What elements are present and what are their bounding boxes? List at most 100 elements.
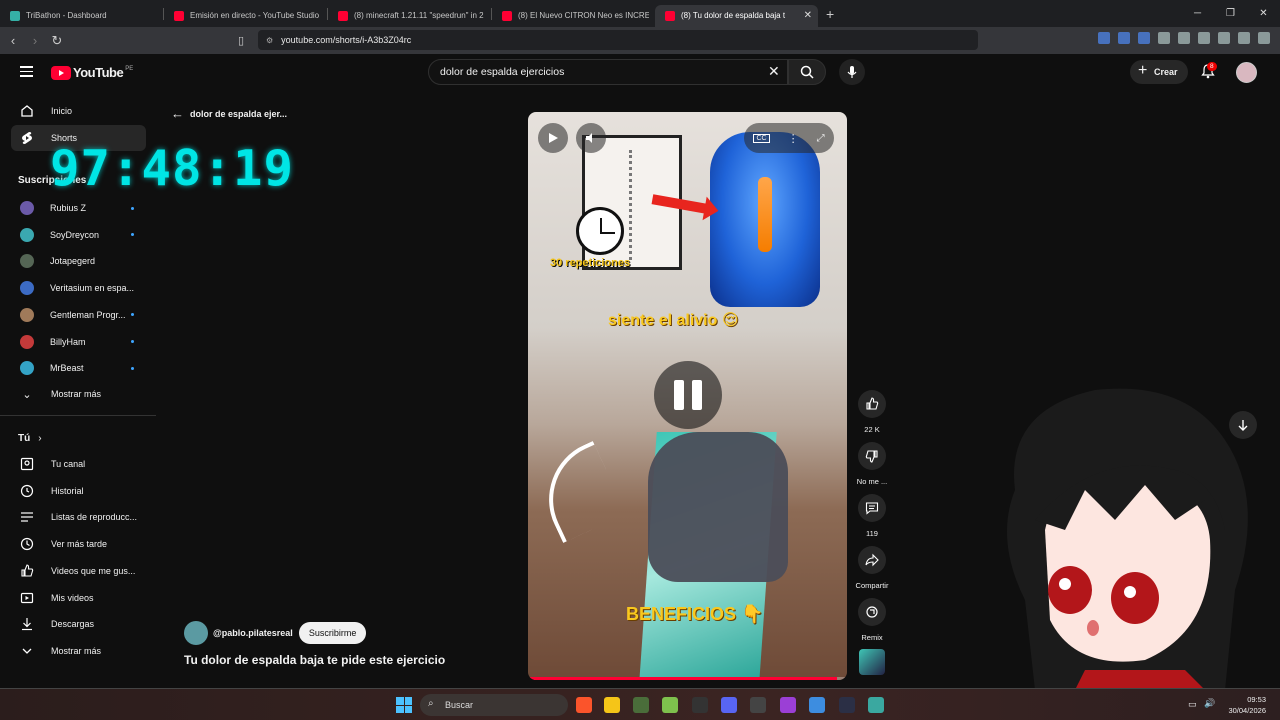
action-label: Remix [861, 633, 883, 642]
dislike-action[interactable]: No me ... [852, 442, 892, 486]
close-window-button[interactable]: ✕ [1247, 0, 1280, 27]
sidebar-item-downloads[interactable]: Descargas [11, 611, 146, 637]
minimize-button[interactable]: ─ [1181, 0, 1214, 27]
subscribe-button[interactable]: Suscribirme [298, 622, 367, 644]
subscription-item[interactable]: MrBeast [11, 355, 146, 381]
captions-icon[interactable]: CC [753, 133, 770, 143]
share-action[interactable]: Compartir [852, 546, 892, 590]
browser-tab[interactable]: TriBathon - Dashboard [0, 5, 163, 27]
short-title: Tu dolor de espalda baja te pide este ej… [184, 653, 446, 667]
bookmark-icon[interactable]: ▯ [230, 34, 252, 47]
taskbar-search[interactable]: Buscar [420, 694, 568, 716]
browser-tab[interactable]: Emisión en directo - YouTube Studio [164, 5, 327, 27]
more-options-icon[interactable]: ⋮ [788, 132, 799, 145]
browser-tab[interactable]: (8) minecraft 1.21.11 "speedrun" in 2 [328, 5, 491, 27]
window-controls: ─ ❐ ✕ [1181, 0, 1280, 27]
subscription-item[interactable]: SoyDreycon [11, 222, 146, 248]
channel-avatar[interactable] [184, 621, 208, 645]
subscription-item[interactable]: BillyHam [11, 329, 146, 355]
subscription-item[interactable]: Veritasium en espa... [11, 275, 146, 301]
action-label: 22 K [864, 425, 880, 434]
channel-handle[interactable]: @pablo.pilatesreal [213, 628, 293, 638]
hamburger-menu-icon[interactable] [20, 66, 33, 80]
subscription-item[interactable]: Rubius Z [11, 195, 146, 221]
sidebar-item-chevron-down[interactable]: Mostrar más [11, 638, 146, 664]
tab-favicon-icon [665, 10, 675, 21]
audio-thumbnail[interactable] [859, 649, 885, 675]
menu-icon[interactable] [1258, 32, 1270, 44]
volume-icon[interactable]: 🔊 [1204, 698, 1215, 709]
address-bar[interactable]: ⚙ youtube.com/shorts/i-A3b3Z04rc [258, 30, 978, 50]
subscription-item[interactable]: Gentleman Progr... [11, 302, 146, 328]
browser-tab[interactable]: (8) Tu dolor de espalda baja t ✕ [655, 4, 818, 27]
tab-title: Emisión en directo - YouTube Studio [190, 11, 320, 20]
country-code: PE [125, 65, 134, 72]
play-button[interactable] [538, 123, 568, 153]
clear-search-icon[interactable]: ✕ [768, 63, 780, 80]
sidebar-item-channel[interactable]: Tu canal [11, 451, 146, 477]
subscription-item[interactable]: Jotapegerd [11, 248, 146, 274]
share-icon [858, 546, 886, 574]
you-heading-label: Tú [18, 433, 31, 444]
channel-avatar [20, 227, 34, 242]
pause-overlay-icon[interactable] [654, 361, 722, 429]
sidebar-item-history[interactable]: Historial [11, 478, 146, 504]
sidebar-item-playlists[interactable]: Listas de reproducc... [11, 504, 146, 530]
forward-icon[interactable]: › [24, 33, 46, 48]
account-avatar[interactable] [1236, 62, 1257, 83]
action-label: Compartir [855, 581, 889, 590]
search-input[interactable]: dolor de espalda ejercicios [428, 59, 788, 85]
extension-icon[interactable] [1098, 32, 1110, 44]
search-button[interactable] [788, 59, 826, 85]
like-action[interactable]: 22 K [852, 390, 892, 434]
sidebar-item-inicio[interactable]: Inicio [11, 98, 146, 124]
maximize-button[interactable]: ❐ [1214, 0, 1247, 27]
brave-icon[interactable] [576, 697, 592, 713]
file-explorer-icon[interactable] [604, 697, 620, 713]
network-icon[interactable]: ▭ [1188, 699, 1197, 710]
extension-icon[interactable] [1158, 32, 1170, 44]
app-icon[interactable] [780, 697, 796, 713]
browser-tab[interactable]: (8) El Nuevo CITRON Neo es INCREIB [492, 5, 655, 27]
new-tab-button[interactable]: + [826, 6, 834, 22]
extension-icon[interactable] [1138, 32, 1150, 44]
app-icon[interactable] [692, 697, 708, 713]
app-icon[interactable] [662, 697, 678, 713]
system-tray-clock[interactable]: 09:53 30/04/2026 [1228, 694, 1266, 716]
show-more-subscriptions[interactable]: ⌄ Mostrar más [11, 381, 146, 407]
you-heading[interactable]: Tú › [18, 433, 42, 444]
voice-search-button[interactable] [839, 59, 865, 85]
history-icon [19, 483, 35, 499]
obs-icon[interactable] [750, 697, 766, 713]
extension-icon[interactable] [1118, 32, 1130, 44]
sidepanel-icon[interactable] [1218, 32, 1230, 44]
remix-action[interactable]: Remix [852, 598, 892, 642]
volume-button[interactable] [576, 123, 606, 153]
puzzle-icon[interactable] [1198, 32, 1210, 44]
sidebar-item-label: Mostrar más [51, 645, 102, 656]
app-icon[interactable] [868, 697, 884, 713]
windows-start-icon[interactable] [396, 697, 412, 713]
extension-icon[interactable] [1178, 32, 1190, 44]
create-button[interactable]: Crear [1130, 59, 1188, 84]
sidebar-item-watch-later[interactable]: Ver más tarde [11, 531, 146, 557]
subscription-label: Jotapegerd [50, 256, 96, 267]
app-icon[interactable] [809, 697, 825, 713]
sidebar-item-my-videos[interactable]: Mis videos [11, 585, 146, 611]
reload-icon[interactable]: ↻ [46, 33, 68, 49]
discord-icon[interactable] [721, 697, 737, 713]
site-info-icon[interactable]: ⚙ [266, 36, 273, 45]
music-icon[interactable] [1238, 32, 1250, 44]
stream-timer-overlay: 97:48:19 [50, 140, 295, 197]
youtube-logo[interactable]: YouTube PE [51, 65, 133, 80]
comment-action[interactable]: 119 [852, 494, 892, 538]
fullscreen-icon[interactable]: ⤢ [817, 133, 825, 144]
app-icon[interactable] [633, 697, 649, 713]
close-tab-icon[interactable]: ✕ [804, 10, 812, 21]
sidebar-item-liked[interactable]: Videos que me gus... [11, 558, 146, 584]
back-icon[interactable]: ‹ [2, 33, 24, 48]
app-icon[interactable] [839, 697, 855, 713]
video-progress-bar[interactable] [528, 677, 847, 680]
short-video-player[interactable]: 30 repeticiones siente el alivio 😌 BENEF… [528, 112, 847, 680]
back-to-search-link[interactable]: ← dolor de espalda ejer... [171, 106, 287, 121]
